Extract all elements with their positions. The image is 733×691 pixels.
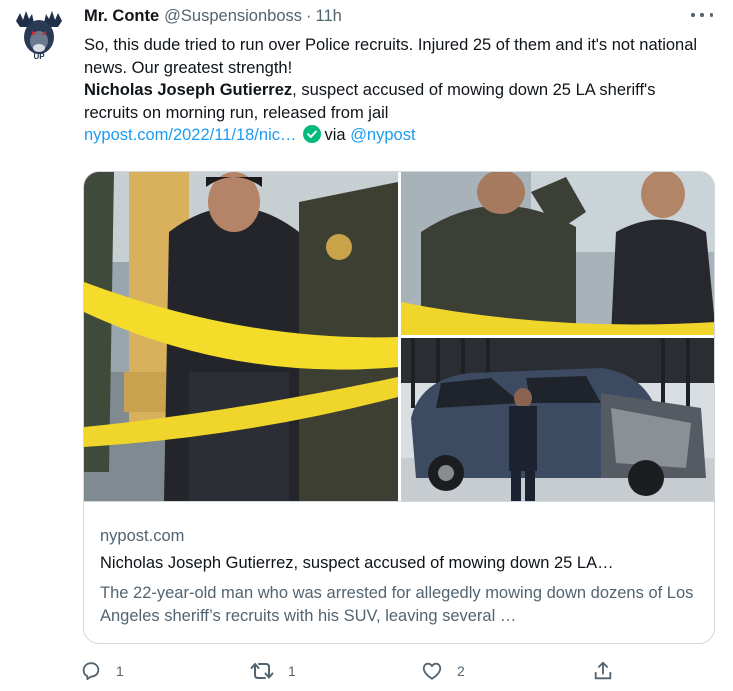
article-link[interactable]: nypost.com/2022/11/18/nic… [84,126,297,144]
heart-icon [421,660,443,682]
action-bar: 1 1 2 [80,656,620,686]
user-handle[interactable]: @Suspensionboss [164,7,302,26]
link-card[interactable]: nypost.com Nicholas Joseph Gutierrez, su… [83,171,715,644]
quoted-name: Nicholas Joseph Gutierrez [84,81,293,99]
avatar[interactable]: UP [10,5,68,63]
photo-suspect-crime-tape [84,172,398,501]
display-name[interactable]: Mr. Conte [84,7,159,26]
more-options-icon[interactable] [691,6,713,24]
via-handle-link[interactable]: @nypost [350,126,415,144]
svg-text:UP: UP [33,52,45,61]
via-label: via [324,126,346,144]
like-button[interactable]: 2 [421,656,465,686]
retweet-icon [250,660,274,682]
separator: · [306,6,312,25]
shared-headline: Nicholas Joseph Gutierrez, suspect accus… [84,79,704,124]
tweet-header: Mr. Conte @Suspensionboss · 11h [84,6,342,26]
tweet-text: So, this dude tried to run over Police r… [84,34,704,150]
timestamp[interactable]: 11h [316,7,342,26]
verified-check-icon [302,125,321,150]
reply-count: 1 [116,663,124,679]
share-button[interactable] [592,656,614,686]
tweet[interactable]: UP Mr. Conte @Suspensionboss · 11h So, t… [0,0,733,691]
reply-icon [80,660,102,682]
share-icon [592,660,614,682]
photo-wrecked-suv [401,338,714,501]
retweet-button[interactable]: 1 [250,656,296,686]
link-line: nypost.com/2022/11/18/nic… via @nypost [84,124,704,150]
photo-suspect-with-officer [401,172,714,335]
card-title: Nicholas Joseph Gutierrez, suspect accus… [100,554,614,572]
reply-button[interactable]: 1 [80,656,124,686]
card-meta: nypost.com Nicholas Joseph Gutierrez, su… [84,501,714,643]
retweet-count: 1 [288,663,296,679]
tweet-body: So, this dude tried to run over Police r… [84,36,698,77]
card-description: The 22-year-old man who was arrested for… [100,584,694,625]
card-domain: nypost.com [100,527,185,545]
card-photo-collage[interactable] [84,172,714,501]
like-count: 2 [457,663,465,679]
